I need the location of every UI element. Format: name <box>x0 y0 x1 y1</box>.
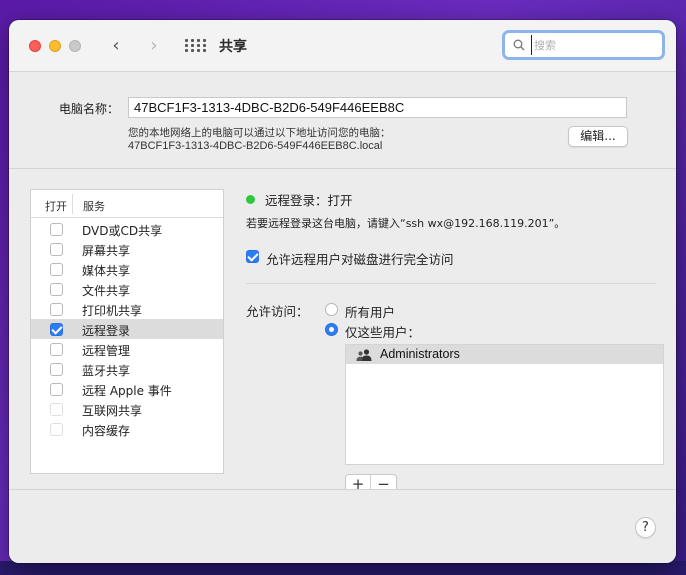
full-disk-access-checkbox[interactable] <box>246 250 259 263</box>
service-checkbox[interactable] <box>50 303 63 316</box>
back-button[interactable]: ‹ <box>105 34 127 58</box>
address-description: 您的本地网络上的电脑可以通过以下地址访问您的电脑： <box>128 127 391 139</box>
search-field[interactable] <box>502 30 665 60</box>
local-address: 47BCF1F3-1313-4DBC-B2D6-549F446EEB8C.loc… <box>128 140 383 152</box>
service-row[interactable]: 远程 Apple 事件 <box>31 379 223 399</box>
column-header-on[interactable]: 打开 <box>45 198 67 214</box>
service-row[interactable]: 内容缓存 <box>31 419 223 439</box>
service-label: 远程管理 <box>82 344 131 358</box>
help-button[interactable]: ? <box>635 517 656 538</box>
only-these-users-label[interactable]: 仅这些用户： <box>345 322 420 341</box>
service-list-header: 打开 服务 <box>31 190 223 218</box>
allowed-users-list[interactable]: Administrators <box>345 344 664 465</box>
service-label: 打印机共享 <box>82 304 143 318</box>
service-label: 内容缓存 <box>82 424 131 438</box>
list-item[interactable]: Administrators <box>346 345 663 364</box>
allow-access-label: 允许访问： <box>246 304 309 319</box>
all-users-label[interactable]: 所有用户 <box>345 302 395 321</box>
service-label: 文件共享 <box>82 284 131 298</box>
computer-name-section: 电脑名称： 您的本地网络上的电脑可以通过以下地址访问您的电脑： 47BCF1F3… <box>9 73 676 169</box>
window-title: 共享 <box>219 39 247 55</box>
service-row[interactable]: 打印机共享 <box>31 299 223 319</box>
close-window-button[interactable] <box>29 40 41 52</box>
service-row[interactable]: DVD或CD共享 <box>31 219 223 239</box>
service-checkbox[interactable] <box>50 323 63 336</box>
service-label: DVD或CD共享 <box>82 224 163 238</box>
remote-login-detail: 远程登录：打开 若要远程登录这台电脑，请键入“ssh wx@192.168.11… <box>245 189 665 494</box>
service-checkbox <box>50 423 63 436</box>
bottom-bar <box>9 489 676 563</box>
ssh-hint: 若要远程登录这台电脑，请键入“ssh wx@192.168.119.201”。 <box>246 217 566 230</box>
full-disk-access-label[interactable]: 允许远程用户对磁盘进行完全访问 <box>266 249 454 268</box>
user-label: Administrators <box>380 347 460 361</box>
desktop-wallpaper <box>0 561 686 575</box>
search-icon <box>513 39 525 51</box>
service-checkbox[interactable] <box>50 223 63 236</box>
service-row[interactable]: 屏幕共享 <box>31 239 223 259</box>
status-text: 远程登录：打开 <box>265 193 353 208</box>
service-label: 互联网共享 <box>82 404 143 418</box>
service-row[interactable]: 媒体共享 <box>31 259 223 279</box>
section-divider <box>246 283 656 284</box>
service-row[interactable]: 文件共享 <box>31 279 223 299</box>
column-header-service[interactable]: 服务 <box>83 198 105 214</box>
minimize-window-button[interactable] <box>49 40 61 52</box>
service-checkbox[interactable] <box>50 283 63 296</box>
show-all-grid-icon[interactable] <box>185 39 206 53</box>
edit-button[interactable]: 编辑... <box>568 126 628 147</box>
service-row[interactable]: 远程登录 <box>31 319 223 339</box>
group-icon <box>356 349 372 361</box>
service-row[interactable]: 互联网共享 <box>31 399 223 419</box>
service-checkbox <box>50 403 63 416</box>
service-row[interactable]: 蓝牙共享 <box>31 359 223 379</box>
service-checkbox[interactable] <box>50 363 63 376</box>
service-label: 媒体共享 <box>82 264 131 278</box>
service-label: 蓝牙共享 <box>82 364 131 378</box>
search-input[interactable] <box>531 35 659 55</box>
service-label: 远程登录 <box>82 324 131 338</box>
computer-name-label: 电脑名称： <box>59 102 120 116</box>
only-these-users-radio[interactable] <box>325 323 338 336</box>
service-label: 屏幕共享 <box>82 244 131 258</box>
status-indicator-icon <box>246 195 255 204</box>
forward-button[interactable]: › <box>143 34 165 58</box>
zoom-window-button[interactable] <box>69 40 81 52</box>
service-checkbox[interactable] <box>50 383 63 396</box>
service-checkbox[interactable] <box>50 243 63 256</box>
column-divider <box>72 194 73 214</box>
service-label: 远程 Apple 事件 <box>82 384 172 398</box>
system-preferences-window: ‹ › 共享 电脑名称： 您的本地网络上的电脑可以通过以下地址访问您的电脑： 4… <box>9 20 676 563</box>
service-row[interactable]: 远程管理 <box>31 339 223 359</box>
service-checkbox[interactable] <box>50 263 63 276</box>
title-bar: ‹ › 共享 <box>9 20 676 72</box>
all-users-radio[interactable] <box>325 303 338 316</box>
computer-name-field[interactable] <box>128 97 627 118</box>
service-list: 打开 服务 DVD或CD共享 屏幕共享媒体共享文件共享打印机共享远程登录远程管理蓝… <box>30 189 224 474</box>
service-checkbox[interactable] <box>50 343 63 356</box>
